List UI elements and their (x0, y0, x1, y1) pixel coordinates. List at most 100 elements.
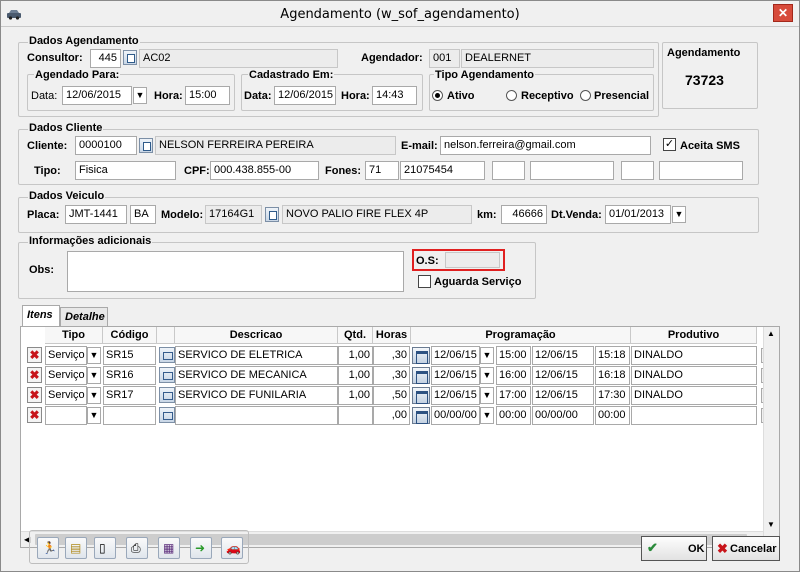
tipo-dropdown[interactable]: ▼ (87, 407, 101, 424)
email-field[interactable]: nelson.ferreira@gmail.com (440, 136, 651, 155)
fone2-number-field[interactable] (530, 161, 614, 180)
tab-itens[interactable]: Itens (22, 305, 60, 326)
data-inicio-dropdown[interactable]: ▼ (480, 387, 494, 404)
cell-data-inicio[interactable]: 12/06/15 (431, 386, 480, 405)
modelo-lookup-icon[interactable] (265, 207, 279, 222)
cell-qtd[interactable] (338, 406, 373, 425)
scroll-up-icon[interactable]: ▲ (767, 329, 775, 338)
cell-hora-fim[interactable]: 17:30 (595, 386, 630, 405)
fone-ddd-field[interactable]: 71 (365, 161, 399, 180)
calendar-icon[interactable] (412, 347, 430, 364)
cell-descricao[interactable]: SERVICO DE ELETRICA (175, 346, 338, 365)
cell-hora-fim[interactable]: 00:00 (595, 406, 630, 425)
cell-hora-inicio[interactable]: 00:00 (496, 406, 531, 425)
tipo-field[interactable]: Fisica (75, 161, 176, 180)
cell-data-inicio[interactable]: 12/06/15 (431, 346, 480, 365)
obs-textarea[interactable] (67, 251, 404, 292)
cell-horas[interactable]: ,30 (373, 366, 410, 385)
tipo-dropdown[interactable]: ▼ (87, 367, 101, 384)
cell-produtivo[interactable] (631, 406, 757, 425)
cell-qtd[interactable]: 1,00 (338, 386, 373, 405)
cell-descricao[interactable]: SERVICO DE MECANICA (175, 366, 338, 385)
cell-data-inicio[interactable]: 12/06/15 (431, 366, 480, 385)
cell-hora-fim[interactable]: 16:18 (595, 366, 630, 385)
cancel-button[interactable]: ✖ Cancelar (712, 536, 780, 561)
radio-receptivo[interactable] (506, 90, 517, 101)
cell-tipo[interactable]: Serviço (45, 346, 87, 365)
agendado-data-dropdown[interactable]: ▼ (133, 87, 147, 104)
close-button[interactable]: ✕ (773, 4, 793, 22)
delete-row-icon[interactable]: ✖ (27, 387, 42, 403)
cell-produtivo[interactable]: DINALDO (631, 366, 757, 385)
cell-codigo[interactable]: SR16 (103, 366, 156, 385)
placa-field[interactable]: JMT-1441 (65, 205, 127, 224)
tab-detalhe[interactable]: Detalhe (60, 307, 108, 327)
agendado-data-field[interactable]: 12/06/2015 (62, 86, 132, 105)
cell-data-inicio[interactable]: 00/00/00 (431, 406, 480, 425)
dtvenda-field[interactable]: 01/01/2013 (605, 205, 671, 224)
cell-data-fim[interactable]: 12/06/15 (532, 386, 594, 405)
cell-qtd[interactable]: 1,00 (338, 366, 373, 385)
aguarda-servico-checkbox[interactable] (418, 275, 431, 288)
cell-horas[interactable]: ,50 (373, 386, 410, 405)
config-button[interactable]: ▦ (158, 537, 180, 559)
agendado-hora-field[interactable]: 15:00 (185, 86, 230, 105)
uf-field[interactable]: BA (130, 205, 156, 224)
run-button[interactable]: 🏃 (37, 537, 59, 559)
cell-horas[interactable]: ,30 (373, 346, 410, 365)
image-icon[interactable] (159, 347, 175, 363)
cpf-field[interactable]: 000.438.855-00 (210, 161, 319, 180)
print-button[interactable]: ⎙ (126, 537, 148, 559)
image-icon[interactable] (159, 387, 175, 403)
cell-data-fim[interactable]: 12/06/15 (532, 346, 594, 365)
cell-codigo[interactable]: SR15 (103, 346, 156, 365)
fone3-ddd-field[interactable] (621, 161, 654, 180)
scroll-down-icon[interactable]: ▼ (767, 520, 775, 529)
tipo-dropdown[interactable]: ▼ (87, 347, 101, 364)
arrow-button[interactable]: ➜ (190, 537, 212, 559)
ok-button[interactable]: ✔ OK (641, 536, 707, 561)
cell-produtivo[interactable]: DINALDO (631, 346, 757, 365)
cell-hora-inicio[interactable]: 17:00 (496, 386, 531, 405)
vertical-scrollbar[interactable]: ▲ ▼ (763, 327, 779, 547)
image-icon[interactable] (159, 367, 175, 383)
radio-presencial[interactable] (580, 90, 591, 101)
aceita-sms-checkbox[interactable]: ✓ (663, 138, 676, 151)
radio-ativo[interactable] (432, 90, 443, 101)
cell-codigo[interactable]: SR17 (103, 386, 156, 405)
delete-row-icon[interactable]: ✖ (27, 367, 42, 383)
consultor-code-field[interactable]: 445 (90, 49, 121, 68)
calendar-icon[interactable] (412, 367, 430, 384)
cell-qtd[interactable]: 1,00 (338, 346, 373, 365)
delete-row-icon[interactable]: ✖ (27, 347, 42, 363)
fone3-number-field[interactable] (659, 161, 743, 180)
image-icon[interactable] (159, 407, 175, 423)
consultor-lookup-icon[interactable] (123, 50, 137, 65)
cell-hora-fim[interactable]: 15:18 (595, 346, 630, 365)
calendar-icon[interactable] (412, 407, 430, 424)
cliente-lookup-icon[interactable] (139, 138, 153, 153)
cell-tipo[interactable]: Serviço (45, 366, 87, 385)
tipo-dropdown[interactable]: ▼ (87, 387, 101, 404)
cell-descricao[interactable]: SERVICO DE FUNILARIA (175, 386, 338, 405)
fone-number-field[interactable]: 21075454 (400, 161, 485, 180)
notes-button[interactable]: ▤ (65, 537, 87, 559)
calendar-icon[interactable] (412, 387, 430, 404)
data-inicio-dropdown[interactable]: ▼ (480, 347, 494, 364)
cell-codigo[interactable] (103, 406, 156, 425)
document-button[interactable]: ▯ (94, 537, 116, 559)
dtvenda-dropdown[interactable]: ▼ (672, 206, 686, 223)
cell-hora-inicio[interactable]: 15:00 (496, 346, 531, 365)
cell-data-fim[interactable]: 12/06/15 (532, 366, 594, 385)
cell-tipo[interactable]: Serviço (45, 386, 87, 405)
vehicle-button[interactable]: 🚗 (221, 537, 243, 559)
cell-produtivo[interactable]: DINALDO (631, 386, 757, 405)
km-field[interactable]: 46666 (501, 205, 547, 224)
delete-row-icon[interactable]: ✖ (27, 407, 42, 423)
cell-hora-inicio[interactable]: 16:00 (496, 366, 531, 385)
cell-data-fim[interactable]: 00/00/00 (532, 406, 594, 425)
cell-horas[interactable]: ,00 (373, 406, 410, 425)
data-inicio-dropdown[interactable]: ▼ (480, 367, 494, 384)
fone2-ddd-field[interactable] (492, 161, 525, 180)
os-field[interactable] (445, 252, 500, 268)
